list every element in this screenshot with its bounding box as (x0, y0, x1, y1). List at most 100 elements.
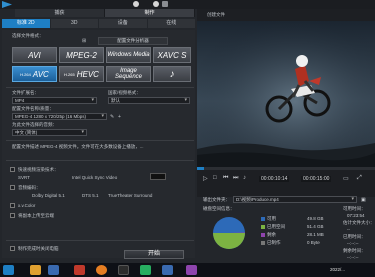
taskbar: 2022/... (0, 263, 375, 277)
stop-icon[interactable]: □ (213, 175, 217, 181)
prev-frame-icon[interactable]: ⏮ (223, 175, 228, 182)
powerdirector-icon[interactable] (162, 265, 173, 275)
intel-qsv-label: Intel Quick Sync Video (72, 175, 118, 180)
terminal-icon[interactable] (118, 265, 129, 275)
legend-used-value: 51.4 GB (307, 224, 324, 229)
app-window: 捕获 制作 标准 2D 3D 设备 在线 选择文件格式： ⊞ 配置文件分析器 A… (0, 0, 375, 263)
app-icon[interactable] (186, 265, 197, 275)
format-audio-button[interactable]: ♪ (153, 66, 191, 82)
upload-label: 将副本上传至云端 (18, 213, 54, 218)
profile-analyzer-button[interactable]: 配置文件分析器 (98, 37, 168, 45)
divider (6, 87, 194, 88)
title-bar (0, 0, 375, 9)
preview-pane: 创建文件 ▷ □ ⏮ ⏭ ♪ 00:00:10:14 00:00:15:00 ▭… (197, 9, 375, 263)
format-avi-button[interactable]: AVI (12, 47, 57, 63)
explorer-icon[interactable] (30, 265, 41, 275)
legend-remaining-value: 28.1 MB (307, 232, 324, 237)
audio-label: 为此文件选择的音频： (12, 122, 57, 127)
video-preview[interactable] (197, 21, 375, 167)
custom-icon[interactable]: ⊞ (82, 38, 86, 44)
format-avc-button[interactable]: H.264 AVC (12, 66, 57, 82)
stat-value: 07:23:54 (347, 213, 365, 218)
audio-dropdown[interactable]: 中文 (简体) (12, 129, 87, 136)
volume-icon[interactable]: ♪ (243, 175, 246, 181)
shutdown-label: 制作完成时关闭电脑 (18, 246, 59, 251)
legend-produced-value: 0 Byte (307, 240, 320, 245)
extension-label: 文件扩展名： (12, 90, 39, 95)
profile-dropdown[interactable]: MPEG-4 1280 x 720/25p (16 Mbps) (12, 113, 107, 120)
h264-prefix: H.264 (20, 71, 31, 77)
shutdown-checkbox[interactable] (10, 246, 15, 251)
play-icon[interactable]: ▷ (203, 175, 208, 182)
motocross-image (197, 21, 375, 167)
editor-icon[interactable] (140, 265, 151, 275)
fast-render-label: 快速视频渲染技术： (18, 167, 59, 172)
xvcolor-label: x.v.Color (18, 203, 36, 208)
upload-checkbox[interactable] (10, 213, 15, 218)
media-icon[interactable] (74, 265, 85, 275)
stat-label: 估计文件大小： (343, 220, 375, 225)
new-profile-icon[interactable]: + (118, 114, 121, 120)
settings-icon[interactable] (153, 1, 159, 7)
start-menu-icon[interactable] (3, 265, 14, 275)
stat-label: 剩余时间： (343, 248, 366, 253)
intel-logo-icon (150, 173, 166, 180)
tab-standard-2d[interactable]: 标准 2D (2, 19, 50, 28)
progress-fill (197, 167, 205, 170)
firefox-icon[interactable] (96, 265, 107, 275)
fullscreen-icon[interactable]: ⤢ (357, 175, 362, 182)
audio-encode-checkbox[interactable] (10, 185, 15, 190)
format-xavcs-button[interactable]: XAVC S (153, 47, 191, 63)
tab-3d[interactable]: 3D (50, 19, 98, 28)
legend-used: 已用空间 (267, 224, 285, 229)
divider (6, 240, 194, 241)
stat-value: --:--:-- (347, 241, 359, 246)
preview-title: 创建文件 (207, 12, 225, 17)
country-dropdown[interactable]: 默认 (108, 97, 190, 104)
dolby-label: Dolby Digital 5.1 (32, 193, 65, 198)
fast-render-checkbox[interactable] (10, 167, 15, 172)
format-mpeg2-button[interactable]: MPEG-2 (59, 47, 104, 63)
legend-available-swatch (261, 217, 265, 221)
start-button[interactable]: 开始 (124, 250, 184, 259)
help-icon[interactable] (162, 1, 168, 7)
folder-icon[interactable]: ▣ (361, 197, 366, 203)
legend-used-swatch (261, 225, 265, 229)
format-wmv-button[interactable]: Windows Media (106, 47, 151, 63)
divider (6, 140, 194, 141)
svrt-label: SVRT (18, 175, 30, 180)
extension-dropdown[interactable]: MP4 (12, 97, 97, 104)
xvcolor-checkbox[interactable] (10, 203, 15, 208)
format-avc-label: AVC (32, 69, 49, 79)
country-label: 国家/视频格式： (108, 90, 141, 95)
app-icon[interactable] (48, 265, 59, 275)
sub-nav: 标准 2D 3D 设备 在线 (2, 19, 195, 28)
produce-settings-panel: 选择文件格式： ⊞ 配置文件分析器 AVI MPEG-2 Windows Med… (2, 30, 195, 258)
truetheater-label: TrueTheater Surround (108, 193, 153, 198)
tab-capture[interactable]: 捕获 (15, 9, 105, 17)
output-path-field[interactable]: D:\视频\Produce.mp4 (233, 196, 357, 203)
profile-label: 配置文件名称/质量： (12, 106, 54, 111)
current-timecode: 00:00:10:14 (259, 176, 290, 182)
resolution-icon[interactable]: ▭ (343, 175, 349, 182)
dts-label: DTS 5.1 (82, 193, 99, 198)
stat-value: -- (347, 227, 350, 232)
format-hevc-button[interactable]: H.265 HEVC (59, 66, 104, 82)
legend-remaining: 剩余 (267, 232, 276, 237)
total-timecode: 00:00:15:00 (301, 176, 332, 182)
home-icon[interactable] (133, 1, 139, 7)
tab-produce[interactable]: 制作 (105, 9, 195, 17)
profile-description: 配置文件描述 MPEG-4 视频文件。文件可在大多数设备上播放，... (12, 144, 144, 149)
playback-progress[interactable] (197, 167, 375, 170)
format-image-sequence-button[interactable]: Image Sequence (106, 66, 151, 82)
legend-available: 可用 (267, 216, 276, 221)
divider (6, 160, 194, 161)
disk-info-label: 磁盘空间信息： (203, 206, 235, 211)
output-info: 输出文件夹： D:\视频\Produce.mp4 ▣ 磁盘空间信息： 可用 49… (197, 196, 375, 263)
file-format-label: 选择文件格式： (12, 33, 44, 38)
tab-online[interactable]: 在线 (147, 19, 195, 28)
clock: 2022/... (330, 267, 346, 272)
next-frame-icon[interactable]: ⏭ (233, 175, 238, 182)
tab-device[interactable]: 设备 (99, 19, 147, 28)
edit-profile-icon[interactable]: ✎ (110, 114, 114, 120)
